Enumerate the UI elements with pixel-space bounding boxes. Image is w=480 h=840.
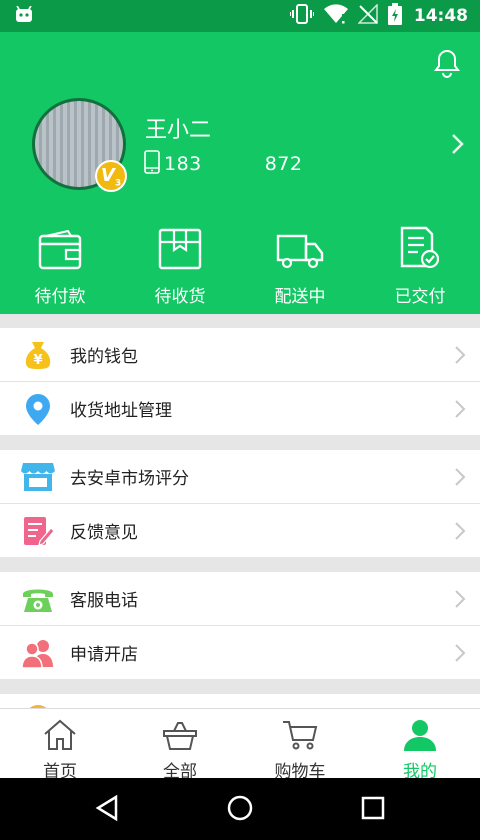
chevron-right-icon: [454, 467, 466, 491]
order-label: 配送中: [274, 287, 326, 307]
menu-item-address[interactable]: 收货地址管理: [0, 382, 480, 435]
menu-label: 客服电话: [70, 591, 138, 611]
location-pin-icon: [20, 391, 56, 427]
order-status-bar: 待付款 待收货 配送中 已交付: [0, 226, 480, 307]
android-debug-icon: [14, 5, 34, 28]
order-pending-receipt[interactable]: 待收货: [120, 228, 240, 307]
order-label: 已交付: [394, 287, 446, 307]
menu-label: 申请开店: [70, 645, 138, 665]
mobile-icon: [144, 150, 160, 178]
svg-text:¥: ¥: [33, 353, 42, 368]
menu-group-account: ¥ 我的钱包 收货地址管理: [0, 328, 480, 435]
chevron-right-icon: [454, 399, 466, 423]
tab-home[interactable]: 首页: [0, 709, 120, 782]
vip-level: V: [100, 165, 115, 186]
order-label: 待付款: [34, 287, 86, 307]
order-label: 待收货: [154, 287, 206, 307]
menu-label: 去安卓市场评分: [70, 469, 189, 489]
chevron-right-icon: [454, 589, 466, 613]
phone-icon: [20, 581, 56, 617]
truck-icon: [276, 232, 324, 274]
chevron-right-icon: [454, 345, 466, 369]
wifi-icon: [323, 4, 348, 28]
home-icon: [43, 719, 77, 755]
store-icon: [20, 459, 56, 495]
username: 王小二: [145, 118, 212, 143]
home-circle-icon[interactable]: [226, 794, 254, 826]
delivered-doc-icon: [398, 226, 442, 274]
vip-badge: V3: [95, 160, 127, 192]
battery-charging-icon: [387, 3, 402, 29]
clock: 14:48: [413, 6, 468, 26]
menu-item-wallet[interactable]: ¥ 我的钱包: [0, 328, 480, 382]
package-icon: [158, 228, 202, 274]
wallet-icon: [38, 229, 82, 274]
profile-header: V3 王小二 183 872 待付款 待收货 配送中 已交付: [0, 32, 480, 314]
vibrate-icon: [288, 4, 315, 28]
menu-item-open-store[interactable]: 申请开店: [0, 626, 480, 679]
menu-group-app: 去安卓市场评分 反馈意见: [0, 450, 480, 557]
order-delivered[interactable]: 已交付: [360, 226, 480, 307]
profile-chevron-right-icon[interactable]: [450, 133, 464, 159]
recents-icon[interactable]: [360, 794, 386, 826]
order-in-delivery[interactable]: 配送中: [240, 228, 360, 307]
cart-icon: [282, 719, 318, 755]
menu-label: 收货地址管理: [70, 401, 172, 421]
menu-label: 我的钱包: [70, 347, 138, 367]
basket-icon: [162, 721, 198, 755]
menu-label: 反馈意见: [70, 523, 138, 543]
status-bar: 14:48: [0, 0, 480, 32]
money-bag-icon: ¥: [20, 337, 56, 373]
tab-all[interactable]: 全部: [120, 709, 240, 782]
person-icon: [403, 719, 437, 755]
menu-item-partial[interactable]: [0, 694, 480, 708]
bottom-tab-bar: 首页 全部 购物车 我的: [0, 708, 480, 782]
bell-icon[interactable]: [432, 48, 462, 82]
phone-number: 183 872: [164, 153, 303, 175]
vip-sub: 3: [114, 178, 122, 189]
no-signal-icon: [357, 3, 378, 28]
users-icon: [20, 635, 56, 671]
back-icon[interactable]: [94, 794, 120, 826]
menu-group-service: 客服电话 申请开店: [0, 572, 480, 679]
system-nav-bar: [0, 778, 480, 840]
tab-cart[interactable]: 购物车: [240, 709, 360, 782]
chevron-right-icon: [454, 521, 466, 545]
tab-mine[interactable]: 我的: [360, 709, 480, 782]
order-pending-payment[interactable]: 待付款: [0, 228, 120, 307]
feedback-icon: [20, 513, 56, 549]
menu-item-rate-app[interactable]: 去安卓市场评分: [0, 450, 480, 504]
menu-item-feedback[interactable]: 反馈意见: [0, 504, 480, 557]
menu-item-customer-service[interactable]: 客服电话: [0, 572, 480, 626]
phone-row: 183 872: [144, 150, 302, 178]
chevron-right-icon: [454, 643, 466, 667]
